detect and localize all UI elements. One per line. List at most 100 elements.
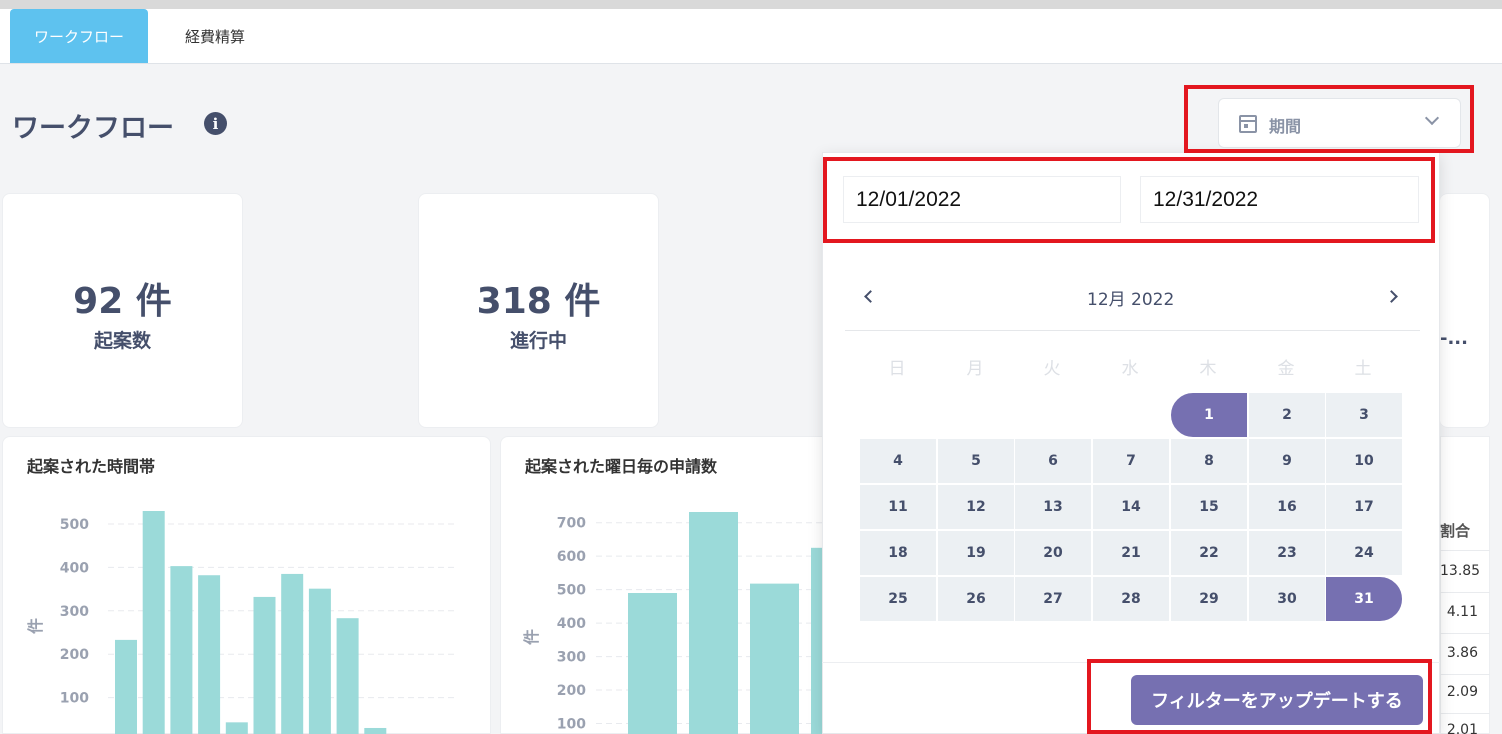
calendar-day[interactable]: 17	[1325, 484, 1403, 530]
bar[interactable]	[281, 573, 304, 734]
divider	[1440, 713, 1490, 714]
y-tick-label: 400	[557, 616, 586, 632]
calendar-day[interactable]: 28	[1092, 576, 1170, 622]
chevron-down-icon	[1424, 110, 1440, 126]
chart-card-weekday: 起案された曜日毎の申請数 100 200 300 400 500 600 700 件	[500, 436, 831, 734]
weekday-label: 金	[1277, 359, 1295, 379]
divider	[1440, 592, 1490, 593]
calendar-day[interactable]: 19	[937, 530, 1015, 576]
bar[interactable]	[225, 722, 248, 734]
bar[interactable]	[253, 596, 276, 734]
calendar-day[interactable]: 21	[1092, 530, 1170, 576]
y-axis-label: 件	[522, 629, 541, 645]
calendar-icon	[1239, 115, 1257, 133]
y-tick-label: 500	[557, 583, 586, 599]
divider	[1440, 674, 1490, 675]
stat-card-in-progress: 318 件 進行中	[418, 193, 659, 428]
calendar-day[interactable]: 31	[1325, 576, 1403, 622]
window-top-strip	[0, 0, 1502, 9]
calendar-day[interactable]: 12	[937, 484, 1015, 530]
calendar-day[interactable]: 7	[1092, 438, 1170, 484]
calendar-day[interactable]: 11	[859, 484, 937, 530]
y-tick-label: 200	[557, 683, 586, 699]
tab-expense[interactable]: 経費精算	[160, 9, 270, 63]
tab-workflow[interactable]: ワークフロー	[10, 9, 148, 63]
period-label: 期間	[1269, 117, 1302, 136]
stat-value: 318 件	[476, 281, 601, 322]
ratio-value: 2.09	[1446, 684, 1478, 700]
calendar-day[interactable]: 13	[1014, 484, 1092, 530]
calendar-day[interactable]: 10	[1325, 438, 1403, 484]
y-tick-label: 700	[557, 516, 586, 532]
calendar-divider	[845, 330, 1420, 331]
bar[interactable]	[364, 727, 387, 734]
y-tick-label: 300	[60, 604, 89, 620]
start-date-input[interactable]: 12/01/2022	[843, 176, 1121, 223]
period-select[interactable]: 期間	[1218, 98, 1461, 148]
weekday-label: 土	[1354, 359, 1372, 379]
stat-card-partial	[1440, 193, 1490, 428]
calendar-day[interactable]: 24	[1325, 530, 1403, 576]
info-icon[interactable]: i	[204, 112, 227, 135]
weekday-label: 月	[966, 359, 984, 379]
bar[interactable]	[689, 512, 738, 734]
calendar-day[interactable]: 20	[1014, 530, 1092, 576]
y-tick-label: 300	[557, 650, 586, 666]
weekday-label: 水	[1121, 359, 1139, 379]
bar[interactable]	[308, 588, 331, 734]
calendar-day[interactable]: 9	[1248, 438, 1326, 484]
calendar-day[interactable]: 14	[1092, 484, 1170, 530]
chart-card-hours: 起案された時間帯 100 200 300 400 500 件	[2, 436, 491, 734]
ratio-value: 4.11	[1446, 604, 1478, 620]
ratio-value: 2.01	[1446, 722, 1478, 734]
calendar-day[interactable]: 4	[859, 438, 937, 484]
bar[interactable]	[115, 639, 137, 734]
tab-bar: ワークフロー 経費精算	[0, 9, 1502, 64]
dropdown-footer-divider	[822, 662, 1440, 663]
weekday-label: 木	[1199, 359, 1217, 379]
calendar-day[interactable]: 25	[859, 576, 937, 622]
stat-label: 起案数	[93, 330, 151, 352]
y-axis-label: 件	[26, 618, 45, 634]
hour-bar-chart: 100 200 300 400 500 件	[26, 511, 458, 734]
y-tick-label: 500	[60, 517, 89, 533]
stat-label-truncated: -...	[1440, 328, 1468, 349]
y-tick-label: 100	[557, 717, 586, 733]
ratio-value: 13.85	[1440, 563, 1481, 579]
calendar-day[interactable]: 16	[1248, 484, 1326, 530]
bar[interactable]	[628, 592, 677, 734]
page-title: ワークフロー	[12, 113, 174, 144]
stat-value: 92 件	[73, 281, 172, 322]
calendar-day[interactable]: 26	[937, 576, 1015, 622]
calendar-day[interactable]: 8	[1170, 438, 1248, 484]
calendar-day[interactable]: 27	[1014, 576, 1092, 622]
calendar-day[interactable]: 22	[1170, 530, 1248, 576]
calendar-day[interactable]: 15	[1170, 484, 1248, 530]
bar[interactable]	[198, 575, 221, 734]
weekday-bar-chart: 100 200 300 400 500 600 700 件	[522, 512, 831, 734]
calendar-day[interactable]: 29	[1170, 576, 1248, 622]
calendar-day[interactable]: 6	[1014, 438, 1092, 484]
y-tick-label: 600	[557, 549, 586, 565]
calendar-day[interactable]: 5	[937, 438, 1015, 484]
update-filter-button[interactable]: フィルターをアップデートする	[1131, 675, 1423, 725]
calendar-day[interactable]: 23	[1248, 530, 1326, 576]
bar[interactable]	[142, 511, 165, 734]
y-tick-label: 400	[60, 560, 89, 576]
calendar-day[interactable]: 3	[1325, 392, 1403, 438]
stat-card-submitted: 92 件 起案数	[2, 193, 243, 428]
weekday-label: 日	[888, 359, 906, 379]
calendar-day[interactable]: 30	[1248, 576, 1326, 622]
bar[interactable]	[750, 583, 799, 734]
stat-label: 進行中	[509, 330, 567, 352]
ratio-header: 割合	[1440, 522, 1471, 540]
y-tick-label: 200	[60, 647, 89, 663]
bar[interactable]	[336, 618, 359, 734]
calendar-month-header: 12月 2022	[1087, 290, 1175, 310]
calendar-day[interactable]: 2	[1248, 392, 1326, 438]
calendar-day[interactable]: 1	[1170, 392, 1248, 438]
divider	[1440, 633, 1490, 634]
end-date-input[interactable]: 12/31/2022	[1140, 176, 1419, 223]
bar[interactable]	[170, 566, 193, 734]
calendar-day[interactable]: 18	[859, 530, 937, 576]
